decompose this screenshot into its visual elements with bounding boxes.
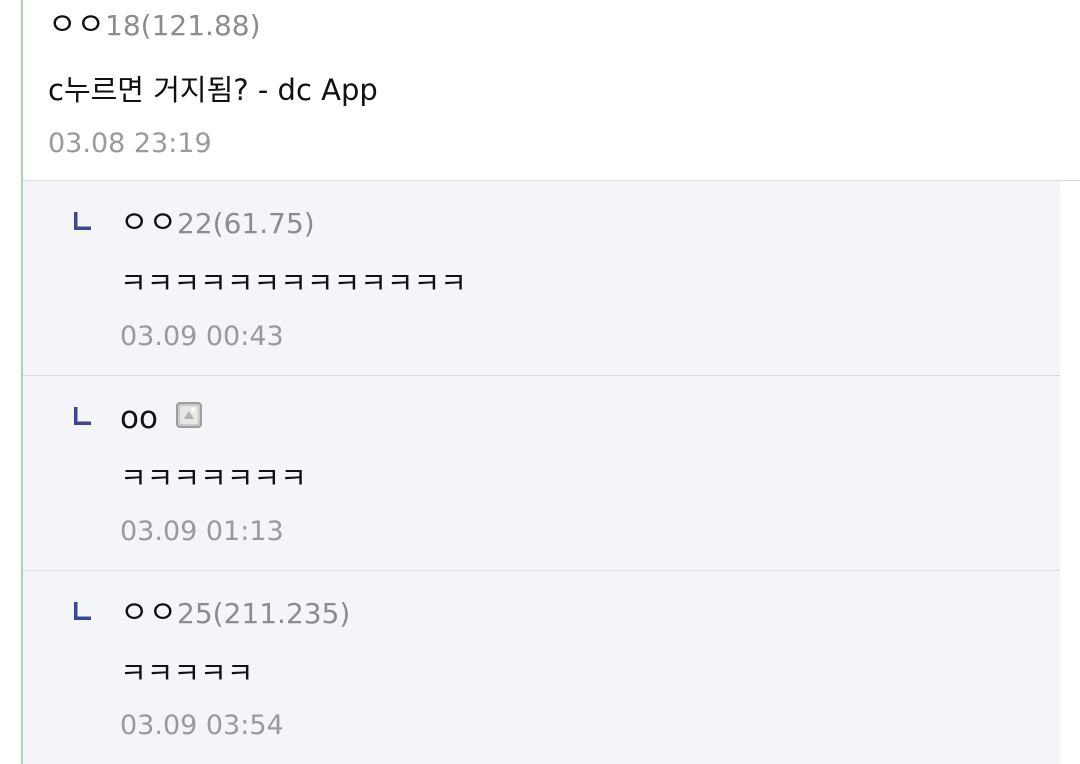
comment-text: c누르면 거지됨? - dc App <box>48 73 378 107</box>
comment-item: ㅇㅇ18(121.88) c누르면 거지됨? - dc App 03.08 23… <box>23 0 1080 181</box>
reply-item: oo ㅋㅋㅋㅋㅋㅋㅋ 03.09 01:13 <box>23 376 1060 571</box>
comment-author[interactable]: ㅇㅇ18(121.88) <box>48 5 261 46</box>
author-ip: 25(211.235) <box>177 597 351 630</box>
author-nickname[interactable]: ㅇㅇ <box>48 7 105 43</box>
author-nickname[interactable]: ㅇㅇ <box>120 595 177 631</box>
comment-date: 03.08 23:19 <box>48 128 212 159</box>
reply-author[interactable]: ㅇㅇ25(211.235) <box>120 593 350 634</box>
author-nickname[interactable]: ㅇㅇ <box>120 205 177 241</box>
reply-date: 03.09 01:13 <box>120 516 284 547</box>
reply-text: ㅋㅋㅋㅋㅋ <box>120 656 254 690</box>
author-nickname[interactable]: oo <box>120 400 158 436</box>
author-ip: 22(61.75) <box>177 207 315 240</box>
reply-text: ㅋㅋㅋㅋㅋㅋㅋ <box>120 461 307 495</box>
reply-author[interactable]: ㅇㅇ22(61.75) <box>120 203 315 244</box>
reply-item: ㅇㅇ25(211.235) ㅋㅋㅋㅋㅋ 03.09 03:54 <box>23 571 1060 764</box>
fixed-nick-icon <box>175 401 202 428</box>
reply-text: ㅋㅋㅋㅋㅋㅋㅋㅋㅋㅋㅋㅋㅋ <box>120 266 467 300</box>
reply-arrow-icon <box>74 602 91 620</box>
reply-arrow-icon <box>74 407 91 425</box>
reply-author[interactable]: oo <box>120 398 202 439</box>
comment-list: ㅇㅇ18(121.88) c누르면 거지됨? - dc App 03.08 23… <box>0 0 1080 764</box>
reply-date: 03.09 03:54 <box>120 710 284 741</box>
reply-arrow-icon <box>74 212 91 230</box>
reply-date: 03.09 00:43 <box>120 321 284 352</box>
author-ip: 18(121.88) <box>105 9 261 42</box>
reply-item: ㅇㅇ22(61.75) ㅋㅋㅋㅋㅋㅋㅋㅋㅋㅋㅋㅋㅋ 03.09 00:43 <box>23 181 1060 376</box>
